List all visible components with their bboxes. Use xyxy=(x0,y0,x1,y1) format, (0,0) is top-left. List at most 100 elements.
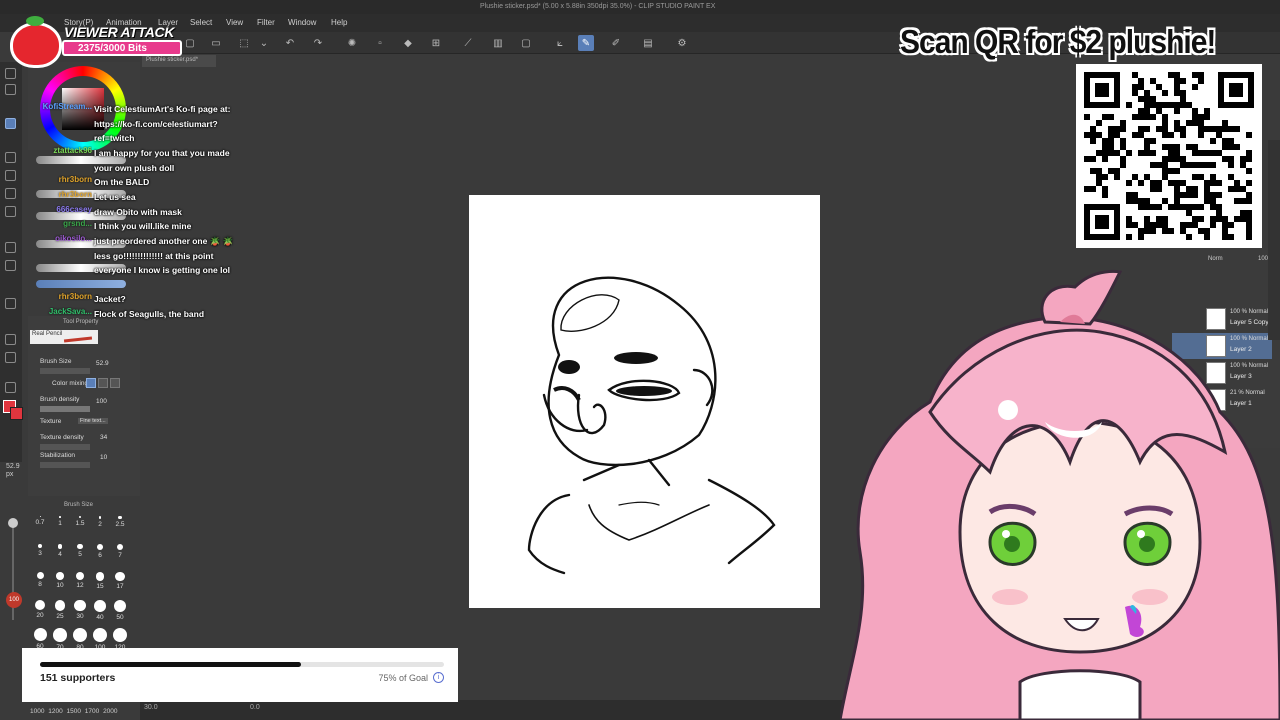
texture-density-bar[interactable] xyxy=(40,444,90,450)
qr-module xyxy=(1102,192,1108,198)
brush-size-option[interactable]: 6 xyxy=(90,544,110,559)
opacity-badge[interactable]: 100 xyxy=(6,592,22,608)
qr-module xyxy=(1144,228,1150,234)
color-mixing-mode-button[interactable] xyxy=(110,378,120,388)
qr-module xyxy=(1162,216,1168,222)
hand-tool-icon[interactable] xyxy=(5,352,16,363)
color-mixing-mode-button[interactable] xyxy=(98,378,108,388)
shoulder-right xyxy=(707,478,776,565)
qr-module xyxy=(1192,120,1198,126)
brush-size-option[interactable]: 60 xyxy=(30,628,50,650)
redo-icon[interactable]: ↷ xyxy=(310,35,326,51)
brush-size-value[interactable]: 52.9 xyxy=(96,360,109,367)
eraser-tool-icon[interactable] xyxy=(5,170,16,181)
qr-module xyxy=(1228,156,1234,162)
menu-window[interactable]: Window xyxy=(288,18,316,27)
open-folder-icon[interactable]: ▭ xyxy=(208,35,224,51)
brush-size-option[interactable]: 15 xyxy=(90,572,110,590)
texture-select[interactable]: Fine text... xyxy=(78,418,108,424)
drawing-canvas[interactable] xyxy=(469,195,820,608)
brush-preset-stroke-selected[interactable] xyxy=(36,280,126,288)
menu-filter[interactable]: Filter xyxy=(257,18,275,27)
brush-size-option[interactable]: 4 xyxy=(50,544,70,558)
selection-icon[interactable]: ▥ xyxy=(490,35,506,51)
brush-size-large-row[interactable]: 1000 1200 1500 1700 2000 xyxy=(30,708,118,715)
pen-tool-side-icon[interactable] xyxy=(5,152,16,163)
brush-size-option[interactable]: 50 xyxy=(110,600,130,621)
qr-module xyxy=(1114,126,1120,132)
brush-density-value[interactable]: 100 xyxy=(96,398,107,405)
qr-code[interactable] xyxy=(1076,64,1262,248)
ruler-icon[interactable]: ⟀ xyxy=(552,35,568,51)
brush-size-option[interactable]: 10 xyxy=(50,572,70,589)
brush-size-option[interactable]: 40 xyxy=(90,600,110,621)
menu-view[interactable]: View xyxy=(226,18,243,27)
fill-icon[interactable]: ◆ xyxy=(400,35,416,51)
document-tab[interactable]: Plushie sticker.psd* xyxy=(142,55,216,67)
brush-size-option[interactable]: 25 xyxy=(50,600,70,620)
brush-size-dot xyxy=(35,600,45,610)
menu-select[interactable]: Select xyxy=(190,18,212,27)
correct-line-tool-icon[interactable] xyxy=(5,334,16,345)
brush-size-option[interactable]: 3 xyxy=(30,544,50,557)
deselect-icon[interactable]: ▢ xyxy=(518,35,534,51)
qr-module xyxy=(1144,150,1150,156)
qr-module xyxy=(1144,102,1150,108)
brush-size-dot xyxy=(38,544,42,548)
eyedropper-tool-icon[interactable] xyxy=(5,118,16,129)
stabilization-value[interactable]: 10 xyxy=(100,454,107,461)
texture-density-value[interactable]: 34 xyxy=(100,434,107,441)
gradient-tool-icon[interactable] xyxy=(5,242,16,253)
rotation-readout[interactable]: 0.0 xyxy=(250,704,260,711)
qr-module xyxy=(1210,174,1216,180)
settings-icon[interactable]: ⚙ xyxy=(674,35,690,51)
undo-icon[interactable]: ↶ xyxy=(282,35,298,51)
brush-size-option[interactable]: 2 xyxy=(90,516,110,528)
brush-size-option[interactable]: 0.7 xyxy=(30,516,50,526)
menu-help[interactable]: Help xyxy=(331,18,347,27)
qr-module xyxy=(1174,72,1180,78)
move-tool-icon[interactable] xyxy=(5,84,16,95)
pen-tool-icon[interactable]: ✎ xyxy=(578,35,594,51)
brush-size-option[interactable]: 17 xyxy=(110,572,130,590)
transform-icon[interactable]: ⊞ xyxy=(428,35,444,51)
info-icon[interactable]: i xyxy=(433,672,444,683)
airbrush-tool-icon[interactable] xyxy=(5,382,16,393)
qr-module xyxy=(1090,168,1096,174)
blend-tool-icon[interactable] xyxy=(5,188,16,199)
brush-size-option[interactable]: 8 xyxy=(30,572,50,588)
brush-size-option[interactable]: 7 xyxy=(110,544,130,559)
chevron-down-icon[interactable]: ⌄ xyxy=(256,35,272,51)
brush-size-option[interactable]: 1.5 xyxy=(70,516,90,527)
brush-size-option[interactable]: 12 xyxy=(70,572,90,589)
pencil-icon[interactable]: ✐ xyxy=(608,35,624,51)
brush-size-option[interactable]: 5 xyxy=(70,544,90,558)
brush-size-option[interactable]: 1 xyxy=(50,516,70,527)
text-tool-icon[interactable] xyxy=(5,298,16,309)
brush-size-bar[interactable] xyxy=(40,368,90,374)
qr-module xyxy=(1144,144,1150,150)
brush-size-slider-knob[interactable] xyxy=(8,518,18,528)
zoom-tool-icon[interactable] xyxy=(5,68,16,79)
save-icon[interactable]: ⬚ xyxy=(236,35,252,51)
chat-text: Om the BALD xyxy=(94,177,150,187)
qr-module xyxy=(1150,162,1156,168)
fill-tool-icon[interactable] xyxy=(5,206,16,217)
brush-size-option[interactable]: 30 xyxy=(70,600,90,620)
color-mixing-mode-button[interactable] xyxy=(86,378,96,388)
figure-tool-icon[interactable] xyxy=(5,260,16,271)
brush-size-option[interactable]: 2.5 xyxy=(110,516,130,528)
brush-size-option[interactable]: 20 xyxy=(30,600,50,619)
qr-module xyxy=(1210,180,1216,186)
qr-module xyxy=(1156,216,1162,222)
stabilization-bar[interactable] xyxy=(40,462,90,468)
qr-module xyxy=(1180,180,1186,186)
sub-color-swatch[interactable] xyxy=(10,407,23,420)
brush-size-value: 30 xyxy=(76,613,84,621)
crop-icon[interactable]: ⟋ xyxy=(460,35,476,51)
zoom-readout[interactable]: 30.0 xyxy=(144,704,158,711)
loading-icon[interactable]: ✺ xyxy=(344,35,360,51)
new-file-icon[interactable]: ▢ xyxy=(182,35,198,51)
clear-icon[interactable]: ▫ xyxy=(372,35,388,51)
document-icon[interactable]: ▤ xyxy=(640,35,656,51)
